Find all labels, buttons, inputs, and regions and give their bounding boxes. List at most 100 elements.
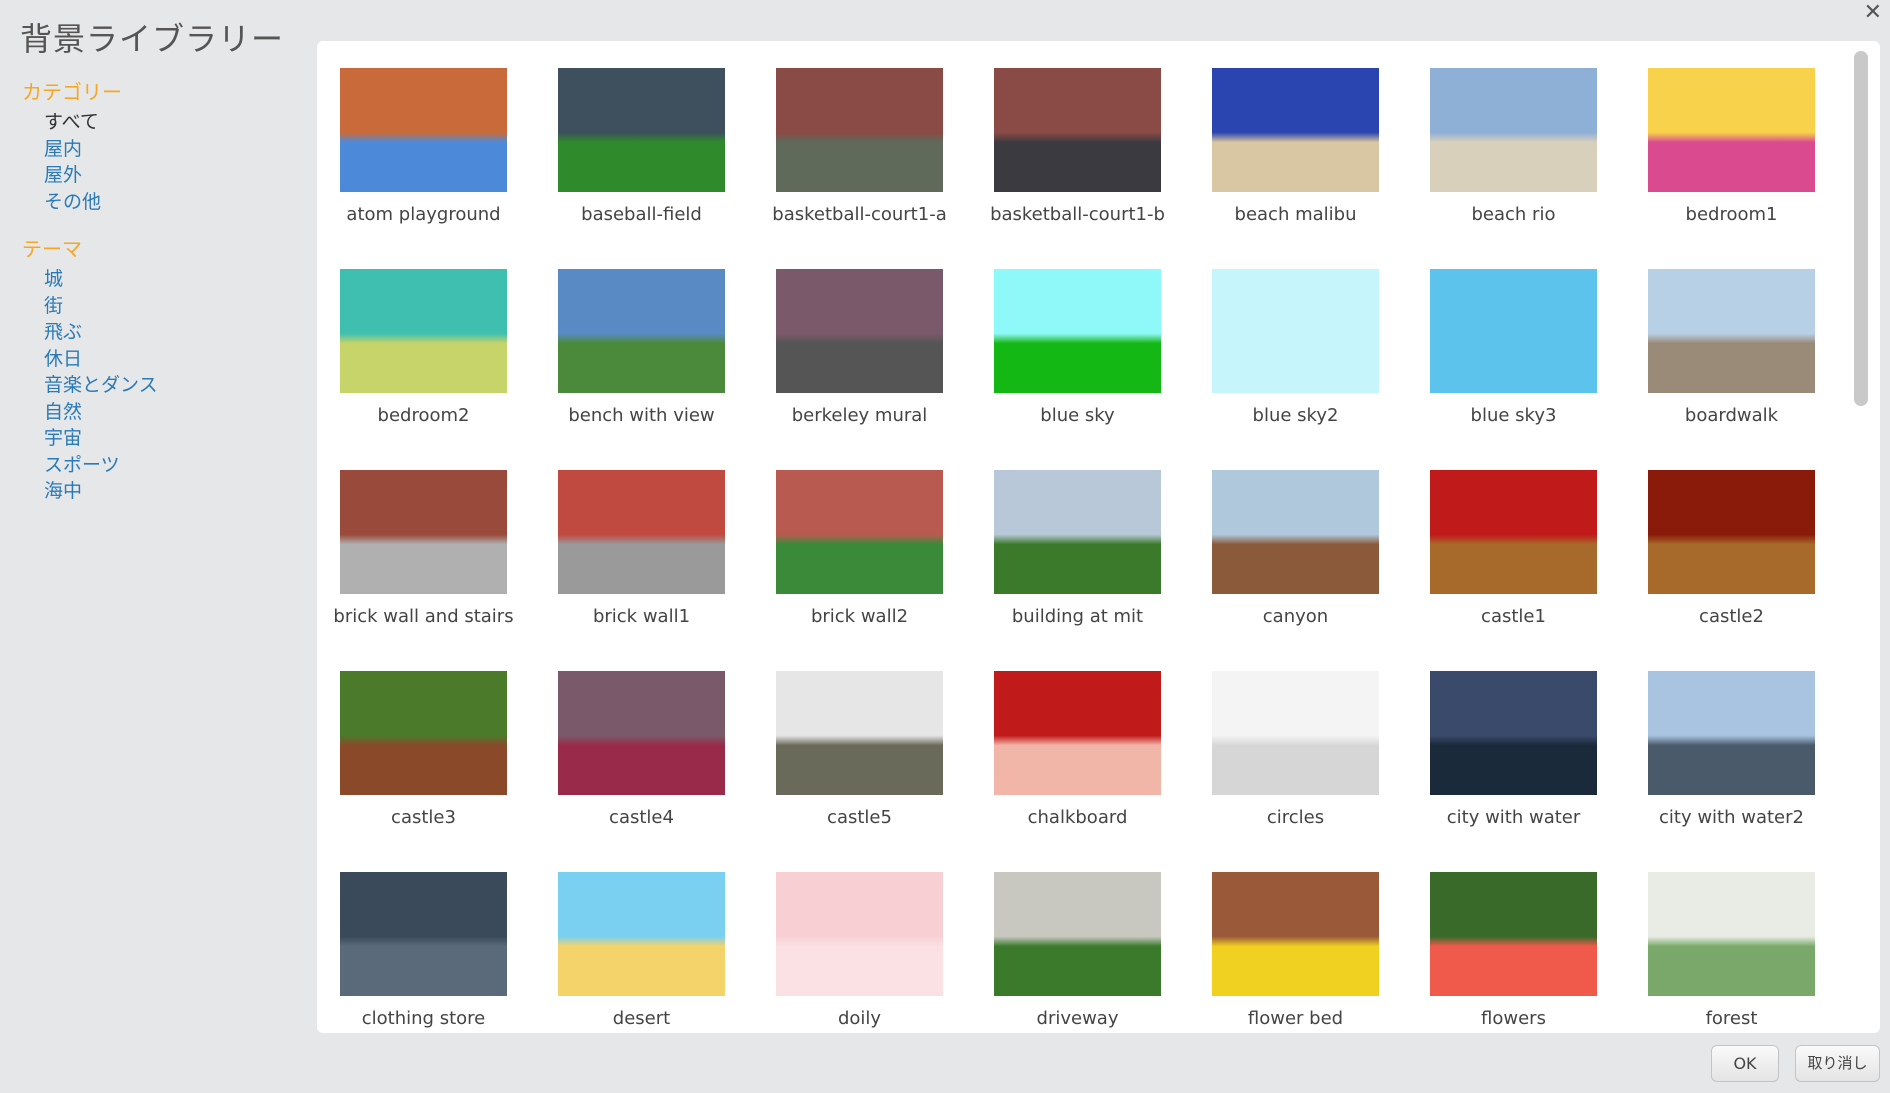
backdrop-thumbnail [776, 470, 943, 594]
backdrop-thumbnail [558, 671, 725, 795]
theme-item-space[interactable]: 宇宙 [22, 425, 302, 452]
backdrop-tile[interactable]: beach rio [1407, 41, 1607, 225]
backdrop-label: beach malibu [1234, 204, 1357, 225]
backdrop-tile[interactable]: castle4 [535, 644, 735, 828]
category-item-other[interactable]: その他 [22, 189, 302, 216]
backdrop-thumbnail [340, 671, 507, 795]
backdrop-label: chalkboard [1027, 807, 1128, 828]
backdrop-thumbnail [558, 68, 725, 192]
backdrop-thumbnail [340, 269, 507, 393]
backdrop-tile[interactable]: berkeley mural [753, 242, 953, 426]
backdrop-tile[interactable]: chalkboard [971, 644, 1171, 828]
backdrop-label: bench with view [568, 405, 715, 426]
backdrop-thumbnail [994, 68, 1161, 192]
backdrop-label: city with water [1446, 807, 1581, 828]
backdrop-tile[interactable]: city with water2 [1625, 644, 1825, 828]
backdrop-label: bedroom2 [377, 405, 470, 426]
backdrop-tile[interactable]: blue sky3 [1407, 242, 1607, 426]
backdrop-label: brick wall1 [592, 606, 691, 627]
backdrop-tile[interactable]: bedroom1 [1625, 41, 1825, 225]
backdrop-tile[interactable]: brick wall and stairs [317, 443, 517, 627]
backdrop-tile[interactable]: boardwalk [1625, 242, 1825, 426]
backdrop-label: city with water2 [1659, 807, 1804, 828]
backdrop-label: canyon [1262, 606, 1329, 627]
backdrop-label: basketball-court1-b [990, 204, 1165, 225]
backdrop-thumbnail [340, 470, 507, 594]
backdrop-thumbnail [1430, 269, 1597, 393]
backdrop-thumbnail [994, 269, 1161, 393]
backdrop-tile[interactable]: blue sky [971, 242, 1171, 426]
backdrop-tile[interactable]: bench with view [535, 242, 735, 426]
backdrop-tile[interactable]: blue sky2 [1189, 242, 1389, 426]
backdrop-label: building at mit [1011, 606, 1144, 627]
backdrop-thumbnail [1430, 671, 1597, 795]
close-icon[interactable]: ✕ [1864, 0, 1882, 25]
dialog-title: 背景ライブラリー [20, 20, 285, 58]
backdrop-tile[interactable]: brick wall2 [753, 443, 953, 627]
theme-item-castle[interactable]: 城 [22, 266, 302, 293]
backdrop-label: driveway [1036, 1008, 1119, 1029]
backdrop-label: castle5 [827, 807, 892, 828]
backdrop-thumbnail [1212, 872, 1379, 996]
backdrop-thumbnail [1648, 470, 1815, 594]
backdrop-tile[interactable]: baseball-field [535, 41, 735, 225]
backdrop-tile[interactable]: forest [1625, 845, 1825, 1029]
backdrop-tile[interactable]: flowers [1407, 845, 1607, 1029]
theme-item-holiday[interactable]: 休日 [22, 346, 302, 373]
backdrop-tile[interactable]: circles [1189, 644, 1389, 828]
backdrop-thumbnail [776, 671, 943, 795]
backdrop-label: forest [1705, 1008, 1758, 1029]
category-section-title: カテゴリー [22, 80, 122, 104]
backdrop-tile[interactable]: atom playground [317, 41, 517, 225]
backdrop-tile[interactable]: basketball-court1-b [971, 41, 1171, 225]
backdrop-label: brick wall2 [810, 606, 909, 627]
backdrop-tile[interactable]: clothing store [317, 845, 517, 1029]
backdrop-tile[interactable]: castle5 [753, 644, 953, 828]
backdrop-tile[interactable]: building at mit [971, 443, 1171, 627]
theme-item-music-dance[interactable]: 音楽とダンス [22, 372, 302, 399]
backdrop-tile[interactable]: brick wall1 [535, 443, 735, 627]
backdrop-tile[interactable]: canyon [1189, 443, 1389, 627]
ok-button[interactable]: OK [1711, 1045, 1779, 1082]
backdrop-tile[interactable]: beach malibu [1189, 41, 1389, 225]
backdrop-label: desert [612, 1008, 671, 1029]
backdrop-tile[interactable]: city with water [1407, 644, 1607, 828]
backdrop-thumbnail [340, 872, 507, 996]
backdrop-label: circles [1266, 807, 1325, 828]
backdrop-tile[interactable]: bedroom2 [317, 242, 517, 426]
backdrop-tile[interactable]: desert [535, 845, 735, 1029]
backdrop-tile[interactable]: basketball-court1-a [753, 41, 953, 225]
backdrop-thumbnail [994, 671, 1161, 795]
backdrop-label: flower bed [1247, 1008, 1344, 1029]
backdrop-thumbnail [340, 68, 507, 192]
theme-item-flying[interactable]: 飛ぶ [22, 319, 302, 346]
backdrop-tile[interactable]: castle3 [317, 644, 517, 828]
backdrop-label: atom playground [346, 204, 501, 225]
backdrop-thumbnail [1430, 68, 1597, 192]
backdrop-label: basketball-court1-a [772, 204, 947, 225]
backdrop-label: blue sky2 [1252, 405, 1339, 426]
backdrop-thumbnail [776, 269, 943, 393]
theme-item-underwater[interactable]: 海中 [22, 478, 302, 505]
scrollbar[interactable] [1854, 51, 1868, 406]
backdrop-thumbnail [1430, 470, 1597, 594]
backdrop-label: castle3 [391, 807, 456, 828]
theme-item-city[interactable]: 街 [22, 293, 302, 320]
theme-item-nature[interactable]: 自然 [22, 399, 302, 426]
backdrop-tile[interactable]: doily [753, 845, 953, 1029]
backdrop-tile[interactable]: castle2 [1625, 443, 1825, 627]
category-item-all[interactable]: すべて [22, 109, 302, 136]
backdrop-grid-panel: atom playground baseball-field basketball-… [317, 41, 1880, 1033]
backdrop-tile[interactable]: flower bed [1189, 845, 1389, 1029]
backdrop-tile[interactable]: driveway [971, 845, 1171, 1029]
backdrop-label: boardwalk [1684, 405, 1779, 426]
backdrop-label: baseball-field [581, 204, 702, 225]
backdrop-thumbnail [558, 470, 725, 594]
cancel-button[interactable]: 取り消し [1795, 1045, 1880, 1082]
theme-item-sports[interactable]: スポーツ [22, 452, 302, 479]
category-item-outdoors[interactable]: 屋外 [22, 162, 302, 189]
backdrop-tile[interactable]: castle1 [1407, 443, 1607, 627]
category-item-indoors[interactable]: 屋内 [22, 136, 302, 163]
backdrop-label: berkeley mural [791, 405, 928, 426]
backdrop-label: flowers [1481, 1008, 1546, 1029]
